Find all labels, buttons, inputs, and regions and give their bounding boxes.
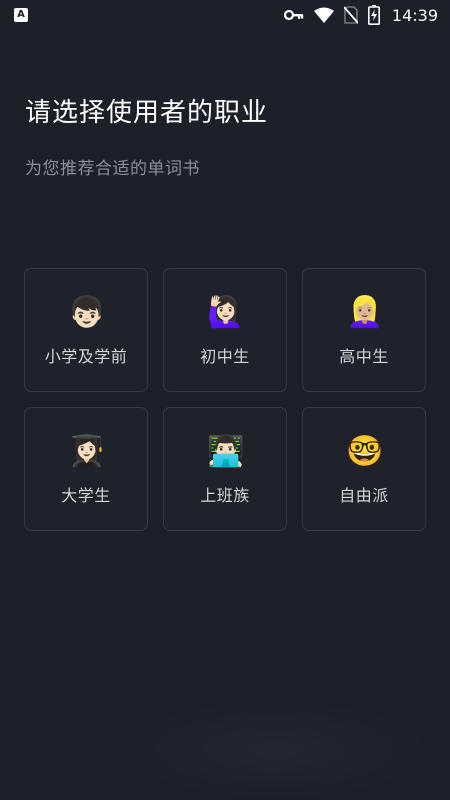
bottom-shadow xyxy=(115,700,435,800)
occupation-card-university[interactable]: 👩🏻‍🎓 大学生 xyxy=(24,407,148,531)
occupation-label: 高中生 xyxy=(339,347,389,366)
occupation-card-office-worker[interactable]: 👨🏻‍💻 上班族 xyxy=(163,407,287,531)
status-icons: 14:39 xyxy=(283,4,438,26)
status-bar: A 14:39 xyxy=(0,0,450,30)
clock-time: 14:39 xyxy=(391,5,438,25)
occupation-card-freelancer[interactable]: 🤓 自由派 xyxy=(302,407,426,531)
occupation-label: 初中生 xyxy=(200,347,250,366)
boy-icon: 👦🏻 xyxy=(68,295,106,330)
key-icon xyxy=(283,9,304,21)
page-title: 请选择使用者的职业 xyxy=(25,98,269,128)
occupation-card-primary-school[interactable]: 👦🏻 小学及学前 xyxy=(24,268,148,392)
occupation-label: 自由派 xyxy=(339,486,389,505)
occupation-card-junior-high[interactable]: 🙋🏻‍♀️ 初中生 xyxy=(163,268,287,392)
battery-charging-icon xyxy=(367,5,380,25)
occupation-label: 大学生 xyxy=(61,486,111,505)
occupation-label: 上班族 xyxy=(200,486,250,505)
occupation-card-senior-high[interactable]: 👱🏼‍♀️ 高中生 xyxy=(302,268,426,392)
no-sim-icon xyxy=(343,6,358,24)
woman-raising-hand-icon: 🙋🏻‍♀️ xyxy=(207,295,245,330)
app-notification-icon: A xyxy=(14,8,28,22)
occupation-label: 小学及学前 xyxy=(44,347,128,366)
app-screen: A 14:39 请选择使用者的职业 为您推荐合适的单词书 👦🏻 小学及学前 🙋🏻… xyxy=(0,0,450,800)
technologist-icon: 👨🏻‍💻 xyxy=(207,434,245,469)
wifi-icon xyxy=(313,7,334,23)
student-icon: 👩🏻‍🎓 xyxy=(68,434,106,469)
occupation-grid: 👦🏻 小学及学前 🙋🏻‍♀️ 初中生 👱🏼‍♀️ 高中生 👩🏻‍🎓 大学生 👨🏻… xyxy=(24,268,427,531)
blonde-girl-icon: 👱🏼‍♀️ xyxy=(346,295,384,330)
page-subtitle: 为您推荐合适的单词书 xyxy=(25,159,200,179)
nerd-face-icon: 🤓 xyxy=(346,434,384,469)
app-notification-letter: A xyxy=(17,9,25,20)
